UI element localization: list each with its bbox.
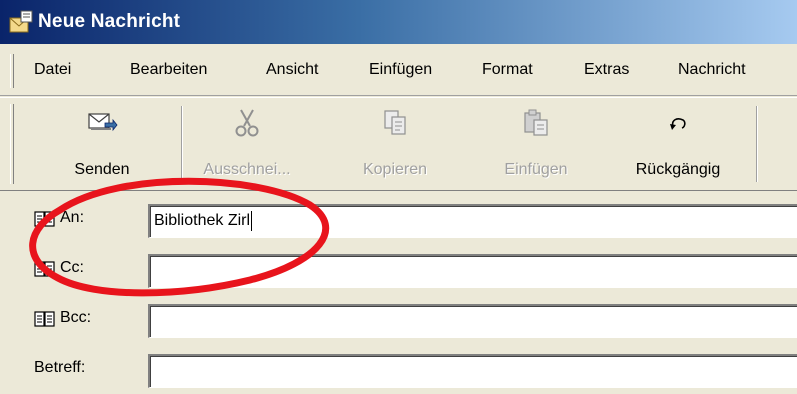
undo-label: Rückgängig <box>635 161 721 178</box>
bcc-label: Bcc: <box>60 309 92 326</box>
menu-nachricht[interactable]: Nachricht <box>678 61 746 79</box>
scissors-icon <box>231 108 263 138</box>
toolbar-separator <box>181 106 183 182</box>
toolbar: Senden Ausschnei... Kopieren Einfügen Rü… <box>0 97 797 191</box>
subject-field[interactable] <box>148 354 797 388</box>
send-label: Senden <box>74 161 130 178</box>
to-row: An: Bibliothek Zirl <box>0 196 797 242</box>
cc-row: Cc: <box>0 246 797 292</box>
address-book-icon[interactable] <box>34 310 56 328</box>
menu-ansicht[interactable]: Ansicht <box>266 61 318 79</box>
title-bar[interactable]: Neue Nachricht <box>0 0 797 44</box>
message-header: An: Bibliothek Zirl Cc: Bcc: Betreff: <box>0 192 797 394</box>
menu-extras[interactable]: Extras <box>584 61 629 79</box>
cut-label: Ausschnei... <box>203 161 291 178</box>
paste-label: Einfügen <box>504 161 568 178</box>
subject-label: Betreff: <box>34 359 86 376</box>
window-title: Neue Nachricht <box>38 11 181 32</box>
undo-button[interactable]: Rückgängig <box>614 98 742 192</box>
to-field[interactable]: Bibliothek Zirl <box>148 204 797 238</box>
menu-format[interactable]: Format <box>482 61 533 79</box>
new-message-icon <box>8 10 34 34</box>
menu-einfuegen[interactable]: Einfügen <box>369 61 432 79</box>
compose-window: Neue Nachricht Datei Bearbeiten Ansicht … <box>0 0 797 394</box>
cc-label: Cc: <box>60 259 84 276</box>
subject-row: Betreff: <box>0 346 797 392</box>
paste-icon <box>520 108 552 138</box>
copy-button[interactable]: Kopieren <box>345 98 445 192</box>
copy-icon <box>379 108 411 138</box>
copy-label: Kopieren <box>362 161 428 178</box>
to-field-value: Bibliothek Zirl <box>154 212 251 230</box>
address-book-icon[interactable] <box>34 260 56 278</box>
menu-datei[interactable]: Datei <box>34 61 71 79</box>
menu-bearbeiten[interactable]: Bearbeiten <box>130 61 207 79</box>
send-button[interactable]: Senden <box>50 98 154 192</box>
toolbar-separator-end <box>756 106 758 182</box>
text-caret <box>251 211 253 231</box>
send-icon <box>86 108 118 138</box>
address-book-icon[interactable] <box>34 210 56 228</box>
menu-bar: Datei Bearbeiten Ansicht Einfügen Format… <box>0 44 797 96</box>
cut-button[interactable]: Ausschnei... <box>195 98 299 192</box>
to-label: An: <box>60 209 85 226</box>
menu-bar-grip[interactable] <box>10 54 14 88</box>
paste-button[interactable]: Einfügen <box>486 98 586 192</box>
cc-field[interactable] <box>148 254 797 288</box>
toolbar-grip[interactable] <box>10 104 14 184</box>
bcc-row: Bcc: <box>0 296 797 342</box>
undo-icon <box>662 108 694 138</box>
bcc-field[interactable] <box>148 304 797 338</box>
